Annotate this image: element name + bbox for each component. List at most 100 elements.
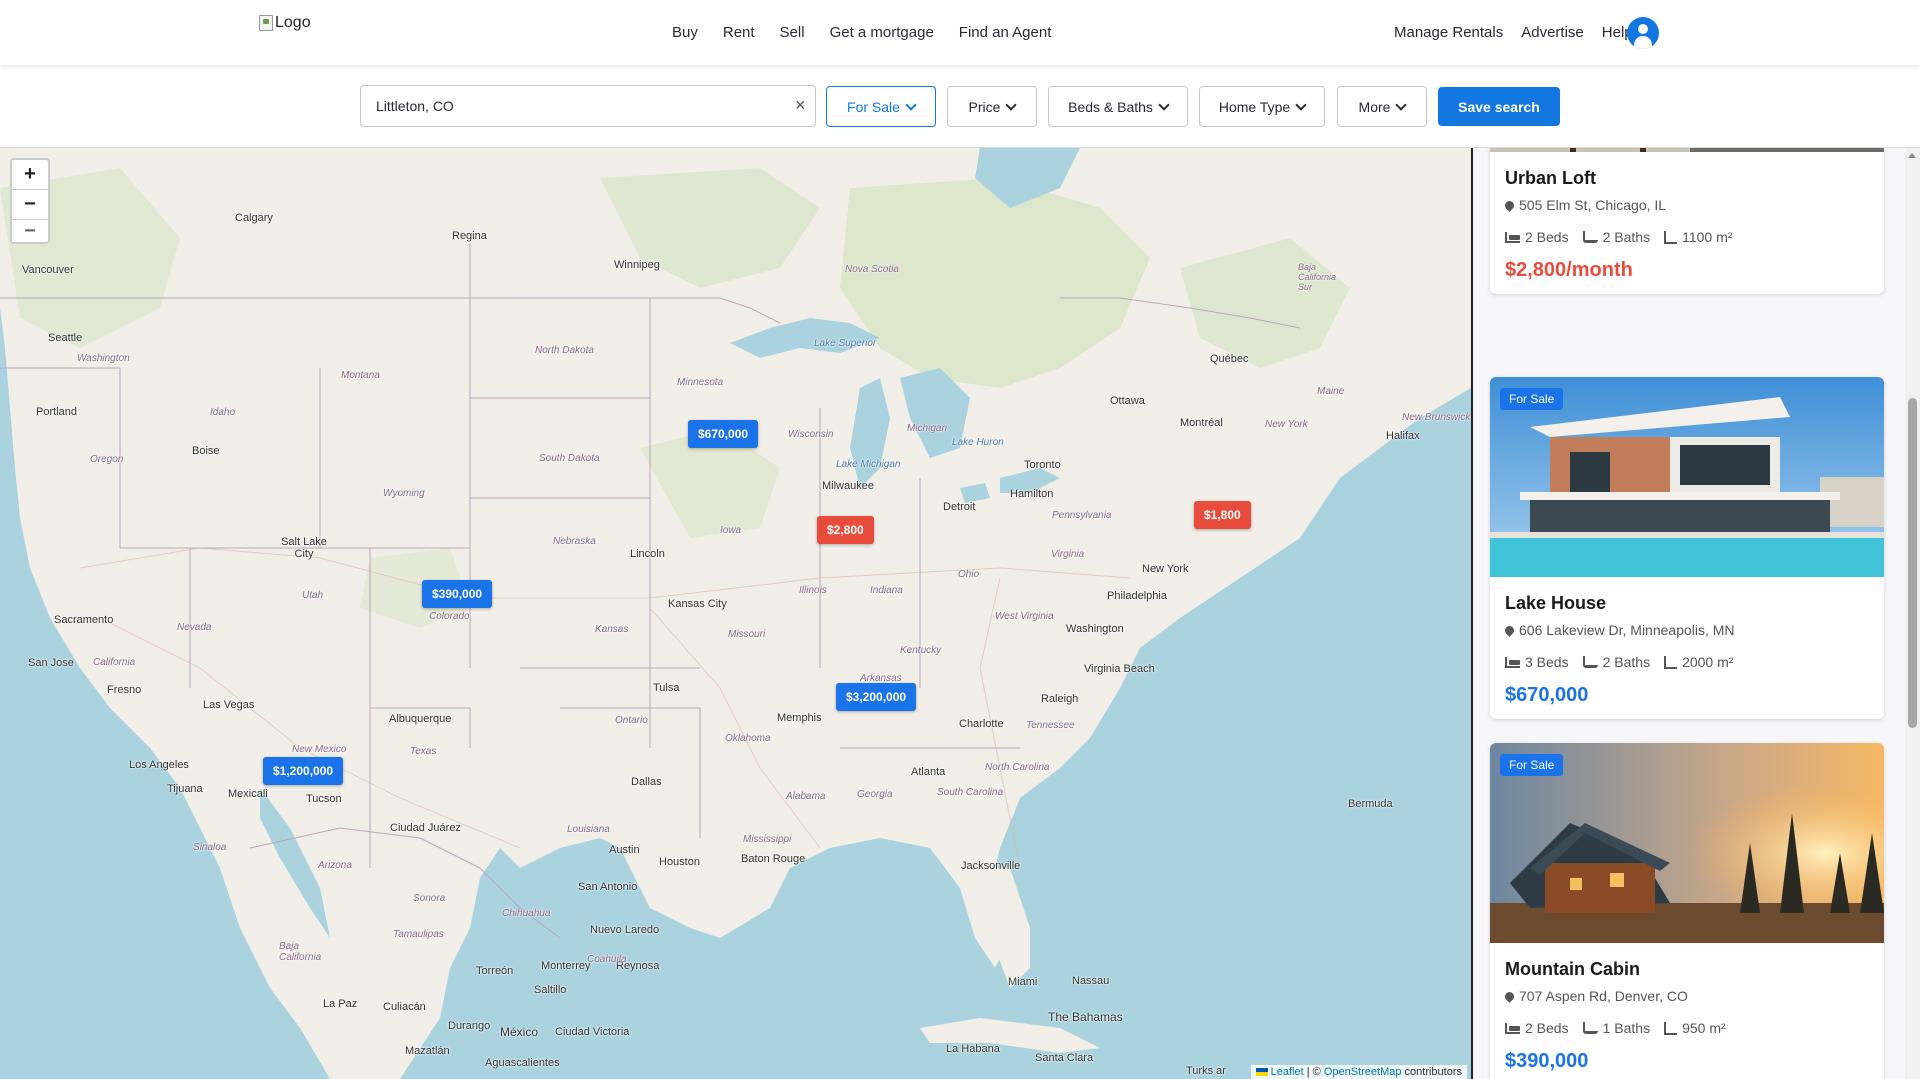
region-label: Oregon [90, 454, 124, 465]
listing-address: 707 Aspen Rd, Denver, CO [1503, 988, 1869, 1004]
city-label: Houston [659, 856, 700, 868]
openstreetmap-link[interactable]: OpenStreetMap [1324, 1066, 1402, 1078]
listings-scrollbar[interactable] [1905, 148, 1920, 1079]
region-label: Sonora [413, 893, 446, 904]
city-label: Tucson [306, 793, 342, 805]
city-label: Memphis [777, 712, 822, 724]
scrollbar-thumb[interactable] [1908, 398, 1917, 728]
area-icon [1664, 655, 1678, 669]
leaflet-link[interactable]: Leaflet [1271, 1066, 1304, 1078]
listing-title[interactable]: Urban Loft [1505, 168, 1869, 189]
listing-title[interactable]: Lake House [1505, 593, 1869, 614]
home-type-filter[interactable]: Home Type [1199, 86, 1325, 127]
listing-photo: For Sale [1490, 377, 1884, 577]
for-sale-filter[interactable]: For Sale [826, 86, 936, 127]
listing-address-text: 505 Elm St, Chicago, IL [1519, 197, 1667, 213]
country-label: The Bahamas [1048, 1010, 1123, 1024]
bed-icon [1505, 1022, 1520, 1034]
region-label: Colorado [429, 611, 470, 622]
city-label: Winnipeg [614, 259, 660, 271]
logo-alt-text: Logo [275, 14, 311, 31]
listing-card[interactable]: For Sale Lake House 606 Lakeview Dr, Min… [1490, 377, 1884, 719]
listing-card[interactable]: Urban Loft 505 Elm St, Chicago, IL 2 Bed… [1490, 148, 1884, 294]
region-label: Illinois [799, 585, 827, 596]
city-label: Austin [609, 844, 640, 856]
city-label: Calgary [235, 212, 273, 224]
city-label: Bermuda [1348, 798, 1393, 810]
city-label: Ciudad Victoria [555, 1026, 630, 1038]
more-filter[interactable]: More [1337, 86, 1427, 127]
nav-rent[interactable]: Rent [723, 24, 755, 41]
city-label: Vancouver [22, 264, 74, 276]
price-marker[interactable]: $3,200,000 [836, 683, 917, 711]
city-label: San Antonio [578, 881, 638, 893]
region-label: South Dakota [539, 453, 600, 464]
price-marker[interactable]: $2,800 [817, 516, 874, 544]
city-label: Philadelphia [1107, 590, 1167, 602]
zoom-out-button[interactable]: − [12, 190, 48, 220]
beds-baths-filter[interactable]: Beds & Baths [1048, 86, 1188, 127]
region-label: Nebraska [553, 536, 596, 547]
region-label: New Mexico [292, 744, 347, 755]
nav-find-an-agent[interactable]: Find an Agent [959, 24, 1052, 41]
top-header: Logo Buy Rent Sell Get a mortgage Find a… [0, 0, 1920, 65]
water-label: Lake Superior [814, 338, 877, 349]
scroll-up-arrow-icon[interactable] [1908, 153, 1916, 158]
listing-title[interactable]: Mountain Cabin [1505, 959, 1869, 980]
map-attribution: Leaflet | © OpenStreetMap contributors [1250, 1065, 1467, 1079]
chevron-down-icon [905, 98, 917, 111]
city-label: Atlanta [911, 766, 946, 778]
search-bar: × For Sale Price Beds & Baths Home Type … [0, 65, 1920, 148]
save-search-button[interactable]: Save search [1438, 87, 1560, 126]
region-label: Minnesota [677, 377, 724, 388]
listing-features: 3 Beds 2 Baths 2000 m² [1505, 654, 1869, 670]
region-label: Louisiana [567, 824, 610, 835]
city-label: Miami [1008, 976, 1038, 988]
listing-baths: 1 Baths [1602, 1020, 1651, 1036]
clear-search-icon[interactable]: × [795, 95, 806, 115]
region-label: Washington [77, 353, 130, 364]
listing-price: $2,800/month [1505, 259, 1633, 281]
city-label: Seattle [48, 332, 83, 344]
region-label: Coahuila [587, 954, 627, 965]
listing-address: 606 Lakeview Dr, Minneapolis, MN [1503, 622, 1869, 638]
listing-price: $390,000 [1505, 1050, 1589, 1072]
map-view[interactable]: Calgary Regina Winnipeg Vancouver Seattl… [0, 148, 1471, 1079]
user-avatar-icon[interactable] [1627, 17, 1659, 49]
listing-beds: 3 Beds [1525, 654, 1569, 670]
zoom-control: + − − [10, 158, 50, 244]
nav-sell[interactable]: Sell [780, 24, 805, 41]
nav-buy[interactable]: Buy [672, 24, 698, 41]
city-label: Tijuana [167, 783, 203, 795]
city-label: San Jose [28, 657, 74, 669]
price-marker[interactable]: $670,000 [688, 420, 759, 448]
region-label: Wisconsin [788, 429, 834, 440]
zoom-extra-button[interactable]: − [12, 220, 48, 242]
city-label: Turks ar [1186, 1065, 1226, 1077]
city-label: Mazatlán [405, 1045, 450, 1057]
city-label: Lincoln [630, 548, 665, 560]
nav-manage-rentals[interactable]: Manage Rentals [1394, 24, 1503, 41]
listing-features: 2 Beds 1 Baths 950 m² [1505, 1020, 1869, 1036]
listing-card[interactable]: For Sale Mountain Cabin 707 Aspen Rd, De… [1490, 743, 1884, 1079]
ukraine-flag-icon [1255, 1068, 1268, 1077]
zoom-in-button[interactable]: + [12, 160, 48, 190]
price-marker[interactable]: $1,800 [1194, 501, 1251, 529]
listing-photo: For Sale [1490, 743, 1884, 943]
listing-area: 2000 m² [1682, 654, 1734, 670]
nav-get-a-mortgage[interactable]: Get a mortgage [830, 24, 934, 41]
location-search-input[interactable] [360, 85, 816, 127]
price-marker[interactable]: $390,000 [422, 580, 493, 608]
region-label: Oklahoma [725, 733, 771, 744]
for-sale-filter-label: For Sale [847, 98, 900, 115]
city-label: La Habana [946, 1043, 1000, 1055]
nav-advertise[interactable]: Advertise [1521, 24, 1584, 41]
price-filter[interactable]: Price [947, 86, 1037, 127]
region-label: Nevada [177, 622, 212, 633]
region-label: New Brunswick [1402, 412, 1471, 423]
region-label: Baja California [279, 941, 322, 963]
city-label: Milwaukee [822, 480, 874, 492]
logo[interactable]: Logo [259, 14, 311, 32]
price-marker[interactable]: $1,200,000 [263, 757, 344, 785]
listing-beds: 2 Beds [1525, 1020, 1569, 1036]
